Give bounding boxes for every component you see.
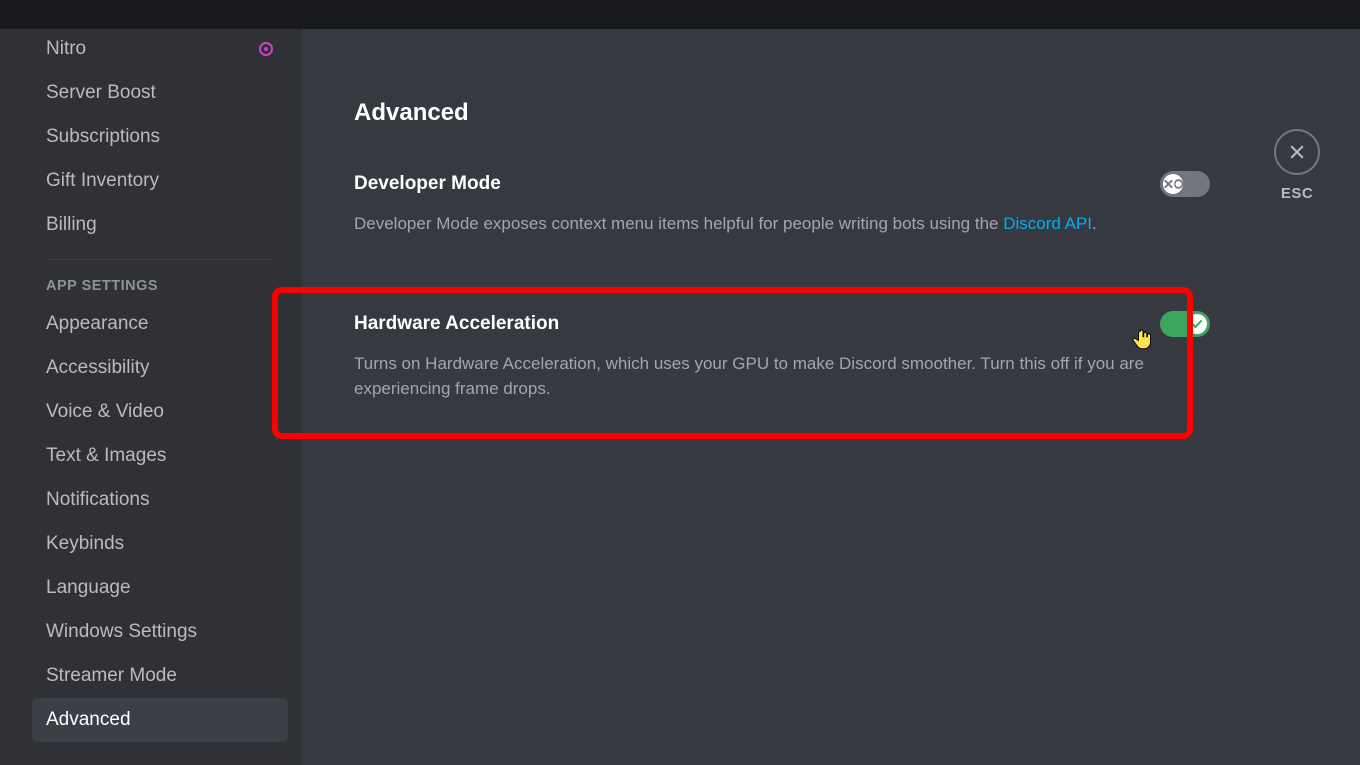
settings-layout: Nitro Server Boost Subscriptions Gift In…	[0, 29, 1360, 765]
sidebar-item-server-boost[interactable]: Server Boost	[32, 71, 288, 115]
sidebar-item-notifications[interactable]: Notifications	[32, 478, 288, 522]
hardware-acceleration-toggle[interactable]	[1160, 311, 1210, 337]
sidebar-item-streamer-mode[interactable]: Streamer Mode	[32, 654, 288, 698]
sidebar-item-label: Server Boost	[46, 82, 156, 104]
sidebar-item-label: Billing	[46, 214, 97, 236]
sidebar-item-appearance[interactable]: Appearance	[32, 302, 288, 346]
sidebar-item-keybinds[interactable]: Keybinds	[32, 522, 288, 566]
sidebar-item-accessibility[interactable]: Accessibility	[32, 346, 288, 390]
setting-description: Turns on Hardware Acceleration, which us…	[354, 351, 1154, 402]
settings-content: Advanced Developer Mode Developer Mode e…	[302, 29, 1360, 765]
close-icon	[1274, 129, 1320, 175]
discord-api-link[interactable]: Discord API	[1003, 214, 1092, 233]
developer-mode-toggle[interactable]	[1160, 171, 1210, 197]
sidebar-item-label: Accessibility	[46, 357, 149, 379]
setting-description: Developer Mode exposes context menu item…	[354, 211, 1154, 237]
sidebar-item-label: Streamer Mode	[46, 665, 177, 687]
sidebar-item-label: Nitro	[46, 38, 86, 60]
sidebar-item-label: Subscriptions	[46, 126, 160, 148]
sidebar-item-windows-settings[interactable]: Windows Settings	[32, 610, 288, 654]
settings-sidebar: Nitro Server Boost Subscriptions Gift In…	[0, 29, 302, 765]
sidebar-divider	[46, 259, 274, 260]
sidebar-item-label: Gift Inventory	[46, 170, 159, 192]
desc-text: Developer Mode exposes context menu item…	[354, 214, 1003, 233]
sidebar-section-header: APP SETTINGS	[32, 272, 288, 302]
nitro-badge-icon	[258, 41, 274, 57]
sidebar-item-language[interactable]: Language	[32, 566, 288, 610]
setting-hardware-acceleration: Hardware Acceleration Turns on Hardware …	[354, 259, 1210, 424]
sidebar-item-subscriptions[interactable]: Subscriptions	[32, 115, 288, 159]
sidebar-item-label: Appearance	[46, 313, 148, 335]
close-label: ESC	[1274, 185, 1320, 202]
sidebar-item-voice-video[interactable]: Voice & Video	[32, 390, 288, 434]
setting-developer-mode: Developer Mode Developer Mode exposes co…	[354, 155, 1210, 259]
setting-title: Hardware Acceleration	[354, 313, 559, 335]
sidebar-item-label: Keybinds	[46, 533, 124, 555]
toggle-knob	[1163, 174, 1183, 194]
sidebar-item-text-images[interactable]: Text & Images	[32, 434, 288, 478]
sidebar-item-label: Advanced	[46, 709, 131, 731]
sidebar-item-label: Text & Images	[46, 445, 166, 467]
desc-text: .	[1092, 214, 1097, 233]
sidebar-item-label: Notifications	[46, 489, 150, 511]
toggle-knob	[1187, 314, 1207, 334]
sidebar-item-gift-inventory[interactable]: Gift Inventory	[32, 159, 288, 203]
window-titlebar	[0, 0, 1360, 29]
sidebar-item-advanced[interactable]: Advanced	[32, 698, 288, 742]
page-title: Advanced	[354, 99, 1210, 127]
sidebar-item-label: Voice & Video	[46, 401, 164, 423]
sidebar-item-label: Language	[46, 577, 131, 599]
sidebar-item-nitro[interactable]: Nitro	[32, 29, 288, 71]
close-settings-button[interactable]: ESC	[1274, 129, 1320, 202]
sidebar-item-billing[interactable]: Billing	[32, 203, 288, 247]
sidebar-item-label: Windows Settings	[46, 621, 197, 643]
setting-title: Developer Mode	[354, 173, 501, 195]
